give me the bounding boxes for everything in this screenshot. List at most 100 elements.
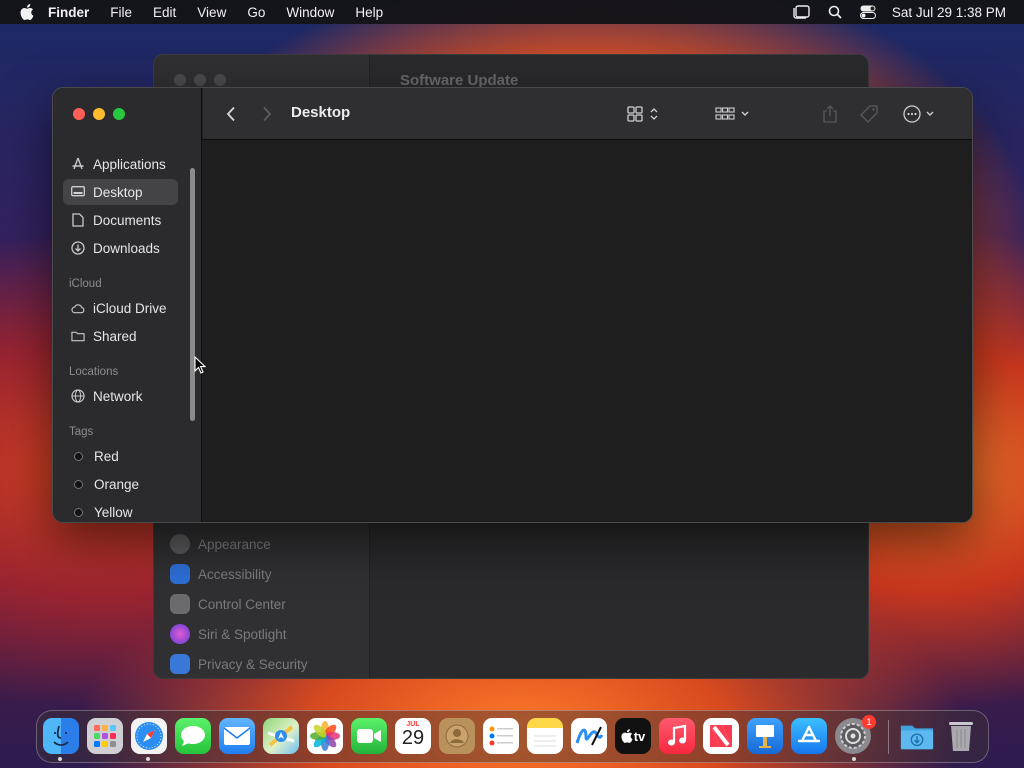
dock-maps-icon[interactable]	[263, 718, 299, 754]
mouse-cursor-icon	[194, 355, 207, 379]
icon-view-icon	[627, 106, 658, 122]
minimize-button[interactable]	[93, 108, 105, 120]
sidebar-item-label: Yellow	[94, 504, 133, 520]
desktop-icon	[71, 185, 85, 199]
cloud-icon	[71, 301, 85, 315]
back-button[interactable]	[223, 104, 239, 124]
dock-tv-icon[interactable]: tv	[615, 718, 651, 754]
settings-item-control-center[interactable]: Control Center	[170, 589, 308, 619]
settings-item-siri[interactable]: Siri & Spotlight	[170, 619, 308, 649]
sidebar-scrollbar[interactable]	[190, 168, 195, 421]
dock-launchpad-icon[interactable]	[87, 718, 123, 754]
sidebar-item-applications[interactable]: Applications	[63, 151, 178, 177]
dock-app-store-icon[interactable]	[791, 718, 827, 754]
tag-icon	[860, 105, 878, 123]
dock-photos-icon[interactable]	[307, 718, 343, 754]
traffic-lights	[73, 108, 125, 120]
dock-safari-icon[interactable]	[131, 718, 167, 754]
close-button[interactable]	[73, 108, 85, 120]
sidebar-item-tag-orange[interactable]: Orange	[63, 471, 178, 497]
running-indicator	[146, 757, 150, 761]
siri-icon	[170, 624, 190, 644]
dock-keynote-icon[interactable]	[747, 718, 783, 754]
dock-mail-icon[interactable]	[219, 718, 255, 754]
applications-icon	[71, 157, 85, 171]
dock-reminders-icon[interactable]	[483, 718, 519, 754]
dock-notes-icon[interactable]	[527, 718, 563, 754]
dock-messages-icon[interactable]	[175, 718, 211, 754]
spotlight-search-icon[interactable]	[828, 5, 842, 19]
dock-trash-icon[interactable]	[943, 718, 979, 754]
dock-facetime-icon[interactable]	[351, 718, 387, 754]
control-center-icon[interactable]	[859, 5, 876, 19]
tag-dot-icon	[74, 479, 83, 489]
stage-manager-icon[interactable]	[792, 5, 810, 19]
sidebar-item-label: Shared	[93, 328, 137, 344]
sidebar-header-locations: Locations	[69, 366, 119, 378]
menu-help[interactable]: Help	[355, 5, 383, 20]
dock-music-icon[interactable]	[659, 718, 695, 754]
sidebar-item-tag-red[interactable]: Red	[63, 443, 178, 469]
sidebar-item-label: Network	[93, 388, 143, 404]
chevron-right-icon	[263, 106, 272, 122]
dock-freeform-icon[interactable]	[571, 718, 607, 754]
sidebar-item-desktop[interactable]: Desktop	[63, 179, 178, 205]
close-button[interactable]	[174, 74, 186, 86]
group-by-button[interactable]	[713, 103, 753, 125]
shared-folder-icon	[71, 329, 85, 343]
sidebar-item-downloads[interactable]: Downloads	[63, 235, 178, 261]
sidebar-header-tags: Tags	[69, 426, 94, 438]
settings-item-appearance[interactable]: Appearance	[170, 529, 308, 559]
dock-downloads-folder-icon[interactable]	[899, 718, 935, 754]
dock-finder-icon[interactable]	[43, 718, 79, 754]
control-center-icon	[170, 594, 190, 614]
menu-window[interactable]: Window	[286, 5, 334, 20]
calendar-day: 29	[401, 727, 425, 749]
menu-go[interactable]: Go	[247, 5, 265, 20]
sidebar-item-label: Orange	[94, 476, 140, 492]
sidebar-item-shared[interactable]: Shared	[63, 323, 178, 349]
settings-list: Appearance Accessibility Control Center …	[170, 529, 308, 678]
zoom-button[interactable]	[214, 74, 226, 86]
menu-app-name[interactable]: Finder	[48, 5, 89, 20]
forward-button[interactable]	[259, 104, 275, 124]
document-icon	[71, 213, 85, 227]
window-title: Desktop	[291, 104, 351, 121]
sidebar-item-icloud-drive[interactable]: iCloud Drive	[63, 295, 178, 321]
finder-window[interactable]: Applications Desktop Documents Downloads…	[52, 87, 973, 523]
sidebar-item-label: iCloud Drive	[93, 300, 167, 316]
settings-traffic-lights	[174, 74, 226, 86]
settings-item-label: Siri & Spotlight	[198, 626, 287, 642]
sidebar-item-network[interactable]: Network	[63, 383, 178, 409]
download-icon	[71, 241, 85, 255]
menu-clock[interactable]: Sat Jul 29 1:38 PM	[892, 5, 1006, 20]
settings-item-accessibility[interactable]: Accessibility	[170, 559, 308, 589]
settings-notification-badge: 1	[862, 715, 876, 729]
settings-item-label: Privacy & Security	[198, 656, 308, 672]
group-icon	[715, 107, 749, 120]
dock-calendar-icon[interactable]: JUL 29	[395, 718, 431, 754]
tag-button[interactable]	[858, 102, 880, 126]
sidebar-item-label: Desktop	[93, 184, 143, 200]
zoom-button[interactable]	[113, 108, 125, 120]
accessibility-icon	[170, 564, 190, 584]
dock-contacts-icon[interactable]	[439, 718, 475, 754]
finder-content-area[interactable]	[203, 141, 972, 522]
sidebar-item-documents[interactable]: Documents	[63, 207, 178, 233]
view-mode-button[interactable]	[625, 103, 663, 125]
sidebar-item-tag-yellow[interactable]: Yellow	[63, 499, 178, 522]
apple-menu-icon[interactable]	[20, 4, 34, 20]
apple-logo-icon	[621, 729, 633, 743]
tag-dot-icon	[74, 451, 83, 461]
dock-news-icon[interactable]	[703, 718, 739, 754]
sidebar-header-icloud: iCloud	[69, 278, 102, 290]
menu-edit[interactable]: Edit	[153, 5, 176, 20]
share-button[interactable]	[820, 102, 840, 126]
more-actions-button[interactable]	[901, 103, 939, 125]
menu-view[interactable]: View	[197, 5, 226, 20]
settings-item-label: Control Center	[198, 596, 286, 612]
settings-item-privacy[interactable]: Privacy & Security	[170, 649, 308, 678]
menu-file[interactable]: File	[110, 5, 132, 20]
tv-label: tv	[633, 728, 646, 744]
minimize-button[interactable]	[194, 74, 206, 86]
